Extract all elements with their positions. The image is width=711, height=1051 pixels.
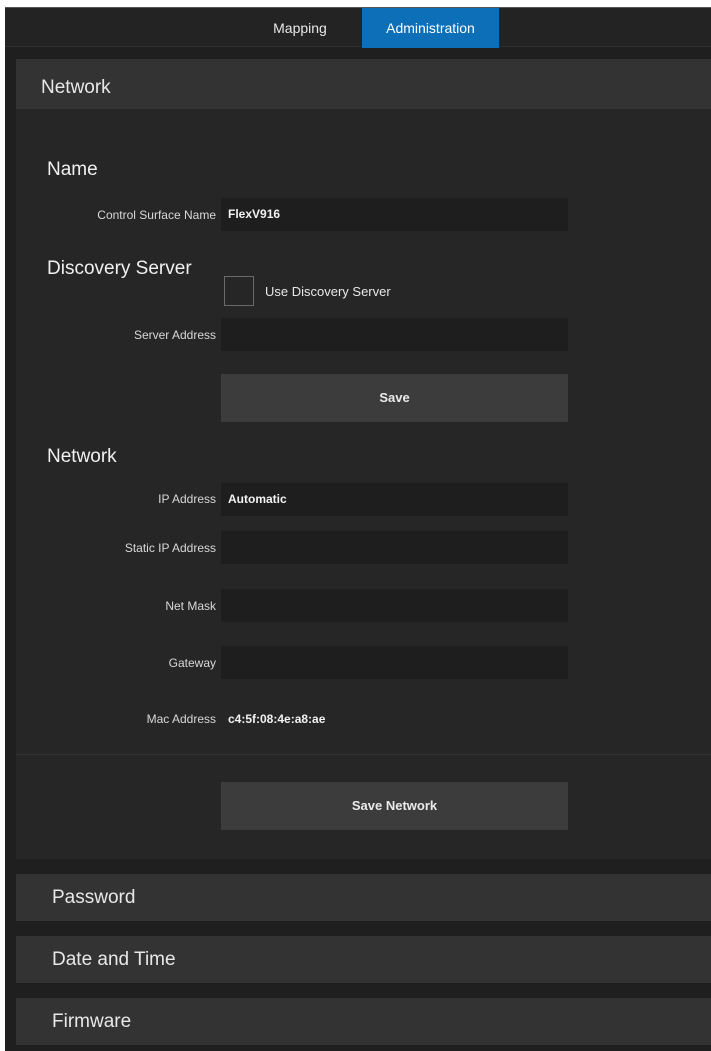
network-panel: Network Name Control Surface Name FlexV9… xyxy=(16,59,711,859)
network-section-title: Network xyxy=(47,446,117,467)
tab-bar: Mapping Administration xyxy=(5,7,711,48)
tab-administration[interactable]: Administration xyxy=(362,8,499,48)
name-section-title: Name xyxy=(47,159,98,180)
ip-address-select[interactable]: Automatic xyxy=(221,483,568,516)
static-ip-address-label: Static IP Address xyxy=(124,541,216,555)
firmware-panel: Firmware xyxy=(16,998,711,1045)
gateway-field[interactable] xyxy=(221,646,568,679)
discovery-server-section-title: Discovery Server xyxy=(47,258,192,279)
network-panel-header[interactable]: Network xyxy=(16,59,711,109)
date-and-time-panel-header[interactable]: Date and Time xyxy=(16,936,711,983)
save-network-button[interactable]: Save Network xyxy=(221,782,568,830)
app-window: Mapping Administration Network Name Cont… xyxy=(5,7,711,1051)
net-mask-label: Net Mask xyxy=(165,599,216,613)
firmware-panel-header[interactable]: Firmware xyxy=(16,998,711,1045)
use-discovery-server-label: Use Discovery Server xyxy=(265,284,391,299)
net-mask-field[interactable] xyxy=(221,589,568,622)
tab-mapping[interactable]: Mapping xyxy=(240,8,360,48)
save-button[interactable]: Save xyxy=(221,374,568,422)
mac-address-value: c4:5f:08:4e:a8:ae xyxy=(228,712,326,726)
control-surface-name-field[interactable]: FlexV916 xyxy=(221,198,568,231)
use-discovery-server-checkbox[interactable] xyxy=(224,276,254,306)
password-panel-header[interactable]: Password xyxy=(16,874,711,921)
network-divider xyxy=(16,754,711,755)
server-address-label: Server Address xyxy=(133,328,216,342)
control-surface-name-label: Control Surface Name xyxy=(97,208,216,222)
server-address-field[interactable] xyxy=(221,318,568,351)
password-panel: Password xyxy=(16,874,711,921)
date-and-time-panel: Date and Time xyxy=(16,936,711,983)
ip-address-label: IP Address xyxy=(158,492,216,506)
static-ip-address-field[interactable] xyxy=(221,531,568,564)
mac-address-label: Mac Address xyxy=(146,712,216,726)
gateway-label: Gateway xyxy=(168,656,216,670)
